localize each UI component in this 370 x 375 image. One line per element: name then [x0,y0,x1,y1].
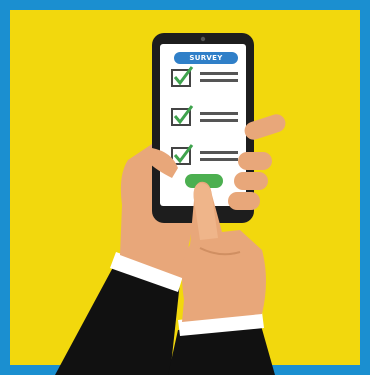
phone-camera-icon [200,36,206,42]
survey-header-text: SURVEY [189,54,223,62]
